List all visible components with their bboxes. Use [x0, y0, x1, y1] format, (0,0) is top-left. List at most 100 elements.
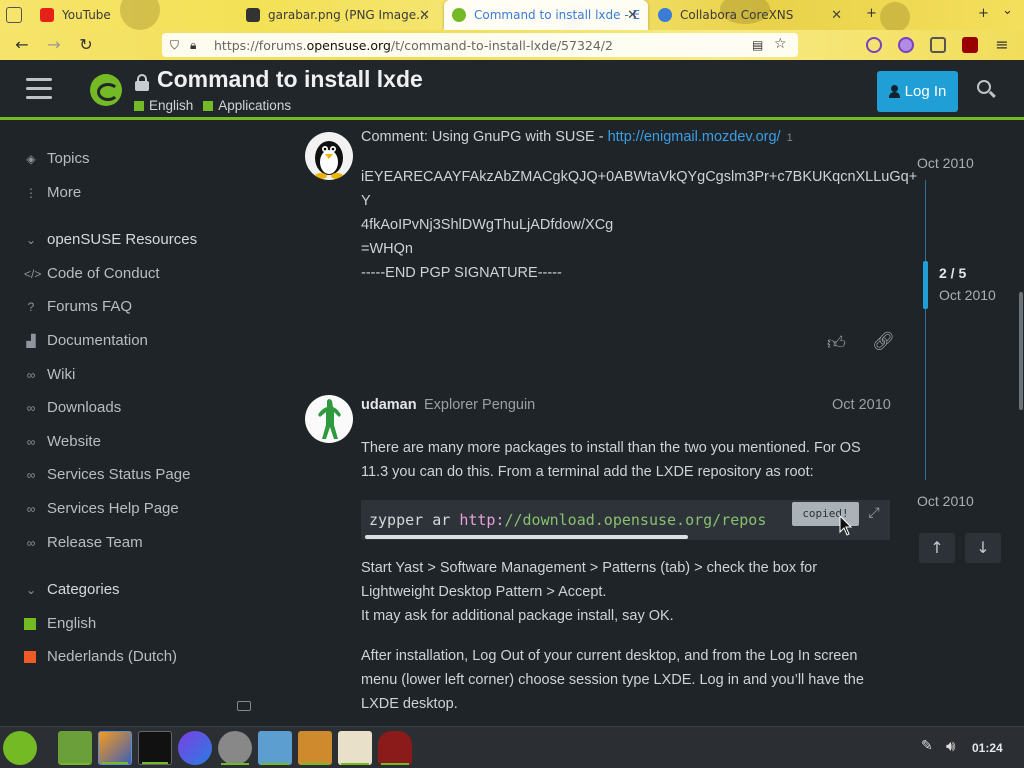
category-color-swatch: [24, 650, 36, 663]
lock-icon[interactable]: 🔒︎: [190, 38, 196, 53]
clock[interactable]: 01:24: [972, 741, 1003, 755]
bookmark-star-icon[interactable]: ☆: [774, 36, 787, 52]
enigmail-link[interactable]: http://enigmail.mozdev.org/: [608, 129, 781, 145]
tab-command-to-install-lxde[interactable]: Command to install lxde - E ✕: [444, 0, 648, 30]
page-scrollbar[interactable]: [1019, 292, 1023, 410]
post-date[interactable]: Oct 2010: [832, 393, 891, 417]
close-tab-icon[interactable]: ✕: [831, 8, 842, 23]
sidebar-item-category-dutch[interactable]: Nederlands (Dutch): [24, 648, 177, 665]
extensions-icon[interactable]: [930, 37, 946, 53]
timeline-end-date[interactable]: Oct 2010: [917, 493, 974, 509]
sidebar-section-categories[interactable]: ⌄ Categories: [24, 581, 120, 598]
sidebar-item-more[interactable]: ⋮ More: [24, 184, 81, 201]
close-tab-icon[interactable]: ✕: [627, 8, 638, 23]
sidebar-item-label: English: [47, 615, 97, 632]
search-icon: [658, 8, 672, 22]
pgp-signature-end: -----END PGP SIGNATURE-----: [361, 265, 562, 281]
category-label: Applications: [218, 98, 292, 113]
ublock-origin-icon[interactable]: [962, 37, 978, 53]
pocket-icon[interactable]: [866, 37, 882, 53]
background-pattern: [880, 2, 910, 30]
sidebar-item-services-status-page[interactable]: ∞ Services Status Page: [24, 466, 191, 483]
tab-list-button[interactable]: [6, 7, 22, 23]
opensuse-logo[interactable]: [90, 74, 122, 106]
new-tab-button[interactable]: +: [866, 6, 877, 21]
reader-view-icon[interactable]: ▤: [752, 38, 763, 52]
browser-tab-bar: YouTube garabar.png (PNG Image... ✕ Comm…: [0, 0, 1024, 30]
category-badge-applications[interactable]: Applications: [203, 98, 291, 113]
browser-icon[interactable]: [178, 731, 212, 765]
log-in-button[interactable]: Log In: [877, 71, 958, 112]
link-icon: ∞: [26, 467, 36, 482]
url-path: /t/command-to-install-lxde/57324/2: [390, 37, 613, 53]
sidebar-item-release-team[interactable]: ∞ Release Team: [24, 534, 143, 551]
question-mark-icon: ?: [27, 299, 35, 314]
tab-image[interactable]: garabar.png (PNG Image... ✕: [240, 0, 440, 30]
address-bar[interactable]: ⛉ 🔒︎ https://forums. opensuse.org/t/comma…: [162, 33, 798, 57]
sidebar-item-label: Forums FAQ: [47, 298, 133, 315]
tab-youtube[interactable]: YouTube: [34, 0, 234, 30]
firefox-icon[interactable]: [98, 731, 132, 765]
close-tab-icon[interactable]: ✕: [419, 8, 430, 23]
sidebar-item-wiki[interactable]: ∞ Wiki: [24, 366, 76, 383]
sidebar-item-services-help-page[interactable]: ∞ Services Help Page: [24, 500, 179, 517]
comment-text: Comment: Using GnuPG with SUSE -: [361, 129, 608, 145]
sidebar-item-label: Services Help Page: [47, 500, 179, 517]
book-icon: ▟: [26, 333, 36, 348]
file-manager-icon[interactable]: [58, 731, 92, 765]
wine-glass-icon[interactable]: [378, 731, 412, 765]
sidebar-section-label: Categories: [47, 581, 120, 598]
post-username[interactable]: udaman: [361, 393, 417, 417]
sidebar-item-label: Documentation: [47, 332, 148, 349]
category-badge-english[interactable]: English: [134, 98, 193, 113]
timeline-scroller-handle[interactable]: [923, 261, 928, 309]
sidebar-item-website[interactable]: ∞ Website: [24, 433, 101, 450]
tab-overflow-chevron-icon[interactable]: ⌄: [1002, 3, 1013, 18]
post-paragraph: After installation, Log Out of your curr…: [361, 648, 864, 712]
closed-topic-lock-icon: [135, 74, 149, 91]
search-icon[interactable]: [977, 80, 997, 100]
new-tab-plus-icon[interactable]: +: [978, 6, 989, 21]
timeline-position-date: Oct 2010: [939, 287, 996, 303]
sidebar-item-documentation[interactable]: ▟ Documentation: [24, 332, 148, 349]
code-url-scheme: http:: [459, 511, 505, 529]
code-horizontal-scrollbar[interactable]: [365, 535, 688, 539]
shield-icon[interactable]: ⛉: [170, 38, 179, 53]
share-link-icon[interactable]: 🔗︎: [872, 331, 895, 352]
timeline-track: [925, 180, 926, 480]
sidebar-item-code-of-conduct[interactable]: </> Code of Conduct: [24, 265, 160, 282]
pen-tool-icon[interactable]: ✎: [921, 738, 933, 754]
settings-gear-icon[interactable]: [218, 731, 252, 765]
hamburger-menu-icon[interactable]: [26, 78, 52, 100]
sidebar-section-opensuse-resources[interactable]: ⌄ openSUSE Resources: [24, 231, 197, 248]
fullscreen-code-icon[interactable]: ⤢: [865, 505, 883, 523]
sidebar-item-topics[interactable]: ◈ Topics: [24, 150, 89, 167]
reload-icon[interactable]: ↻: [76, 36, 96, 54]
like-thumbs-up-icon[interactable]: 👍︎: [827, 332, 846, 354]
wine-app-icon[interactable]: [298, 731, 332, 765]
page-title[interactable]: Command to install lxde: [157, 66, 423, 93]
back-arrow-icon[interactable]: ←: [12, 36, 32, 54]
account-icon[interactable]: [898, 37, 914, 53]
wine-notepad-icon[interactable]: [338, 731, 372, 765]
chevron-down-icon: ⌄: [25, 232, 37, 247]
post-paragraph: Start Yast > Software Management > Patte…: [361, 560, 818, 600]
opensuse-menu-icon[interactable]: [3, 731, 37, 765]
avatar[interactable]: [305, 395, 353, 443]
timeline-down-arrow-icon[interactable]: ↓: [965, 533, 1001, 563]
terminal-icon[interactable]: [138, 731, 172, 765]
avatar[interactable]: [305, 132, 353, 180]
vertical-ellipsis-icon: ⋮: [25, 185, 37, 200]
app-menu-icon[interactable]: ≡: [992, 36, 1012, 54]
tab-collabora[interactable]: Collabora CoreXNS ✕: [652, 0, 852, 30]
sidebar-item-downloads[interactable]: ∞ Downloads: [24, 399, 122, 416]
sidebar-item-forums-faq[interactable]: ? Forums FAQ: [24, 298, 132, 315]
wine-package-icon[interactable]: [258, 731, 292, 765]
keyboard-shortcuts-icon[interactable]: [237, 701, 251, 711]
timeline-up-arrow-icon[interactable]: ↑: [919, 533, 955, 563]
sidebar-item-category-english[interactable]: English: [24, 615, 96, 632]
timeline-start-date[interactable]: Oct 2010: [917, 155, 974, 171]
forward-arrow-icon[interactable]: →: [44, 36, 64, 54]
chevron-down-icon: ⌄: [25, 582, 37, 597]
volume-icon[interactable]: 🔊︎: [946, 737, 955, 755]
